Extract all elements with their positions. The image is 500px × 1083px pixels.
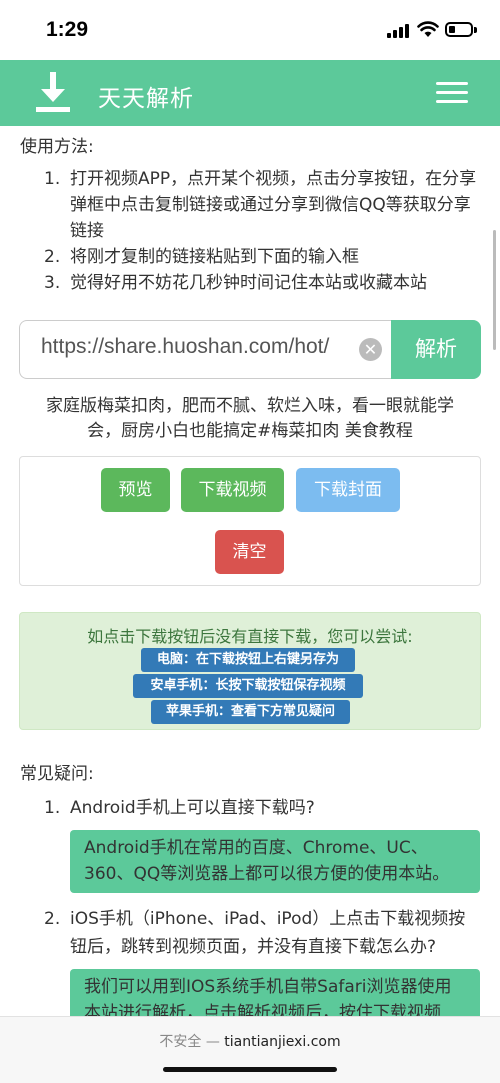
faq-answer: 我们可以用到IOS系统手机自带Safari浏览器使用本站进行解析，点击解析视频后…: [70, 969, 480, 1016]
page-content: 使用方法: 1. 打开视频APP，点开某个视频，点击分享按钮，在分享弹框中点击复制…: [0, 126, 500, 1016]
home-indicator[interactable]: [163, 1067, 337, 1072]
tip-badge-apple: 苹果手机：查看下方常见疑问: [151, 700, 350, 724]
usage-step-text: 打开视频APP，点开某个视频，点击分享按钮，在分享弹框中点击复制链接或通过分享到…: [70, 169, 477, 241]
download-tip-box: 如点击下载按钮后没有直接下载，您可以尝试: 电脑：在下载按钮上右键另存为 安卓手…: [19, 612, 481, 730]
faq-question: 1. Android手机上可以直接下载吗?: [44, 798, 315, 818]
menu-icon[interactable]: [436, 80, 468, 106]
status-time: 1:29: [46, 18, 89, 41]
status-bar: 1:29: [0, 0, 500, 60]
clear-input-icon[interactable]: ✕: [359, 338, 382, 361]
faq-list: 1. Android手机上可以直接下载吗? Android手机在常用的百度、Chr…: [20, 794, 480, 1016]
faq-question: 2. iOS手机（iPhone、iPad、iPod）上点击下载视频按钮后，跳转到视…: [44, 909, 466, 957]
faq-item: 1. Android手机上可以直接下载吗? Android手机在常用的百度、Chr…: [20, 794, 480, 893]
faq-item: 2. iOS手机（iPhone、iPad、iPod）上点击下载视频按钮后，跳转到视…: [20, 905, 480, 1016]
tip-title: 如点击下载按钮后没有直接下载，您可以尝试:: [87, 627, 413, 646]
tip-badge-pc: 电脑：在下载按钮上右键另存为: [141, 648, 355, 672]
usage-step-text: 将刚才复制的链接粘贴到下面的输入框: [70, 247, 359, 267]
address-label[interactable]: 不安全 — tiantianjiexi.com: [0, 1031, 500, 1051]
insecure-label: 不安全 —: [159, 1034, 220, 1050]
clear-button[interactable]: 清空: [215, 530, 284, 574]
usage-step: 3. 觉得好用不妨花几秒钟时间记住本站或收藏本站: [44, 273, 427, 293]
parse-button[interactable]: 解析: [391, 320, 481, 379]
usage-title: 使用方法:: [20, 137, 94, 157]
faq-answer: Android手机在常用的百度、Chrome、UC、360、QQ等浏览器上都可以…: [70, 830, 480, 893]
browser-address-bar[interactable]: 不安全 — tiantianjiexi.com: [0, 1016, 500, 1083]
faq-title: 常见疑问:: [20, 764, 94, 784]
tip-badge-android: 安卓手机：长按下载按钮保存视频: [133, 674, 363, 698]
usage-step: 2. 将刚才复制的链接粘贴到下面的输入框: [44, 247, 359, 267]
page-scrollbar[interactable]: [493, 230, 496, 350]
wifi-icon: [417, 21, 439, 37]
app-header: 天天解析: [0, 60, 500, 126]
usage-step: 1. 打开视频APP，点开某个视频，点击分享按钮，在分享弹框中点击复制链接或通过分…: [44, 169, 477, 241]
download-video-button[interactable]: 下载视频: [181, 468, 284, 512]
battery-icon: [445, 22, 473, 37]
battery-tip: [474, 27, 477, 33]
usage-steps: 1. 打开视频APP，点开某个视频，点击分享按钮，在分享弹框中点击复制链接或通过分…: [20, 166, 480, 296]
cellular-signal-icon: [387, 24, 409, 38]
video-title: 家庭版梅菜扣肉，肥而不腻、软烂入味，看一眼就能学会，厨房小白也能搞定#梅菜扣肉 …: [46, 396, 454, 441]
action-panel: 预览 下载视频 下载封面 清空: [19, 456, 481, 586]
download-cover-button[interactable]: 下载封面: [296, 468, 400, 512]
url-input-group: https://share.huoshan.com/hot/ ✕ 解析: [19, 320, 481, 379]
app-title: 天天解析: [98, 86, 194, 112]
usage-step-text: 觉得好用不妨花几秒钟时间记住本站或收藏本站: [70, 273, 427, 293]
download-logo-icon: [36, 72, 70, 112]
url-input[interactable]: https://share.huoshan.com/hot/: [19, 320, 392, 379]
address-domain: tiantianjiexi.com: [224, 1034, 341, 1050]
preview-button[interactable]: 预览: [101, 468, 170, 512]
